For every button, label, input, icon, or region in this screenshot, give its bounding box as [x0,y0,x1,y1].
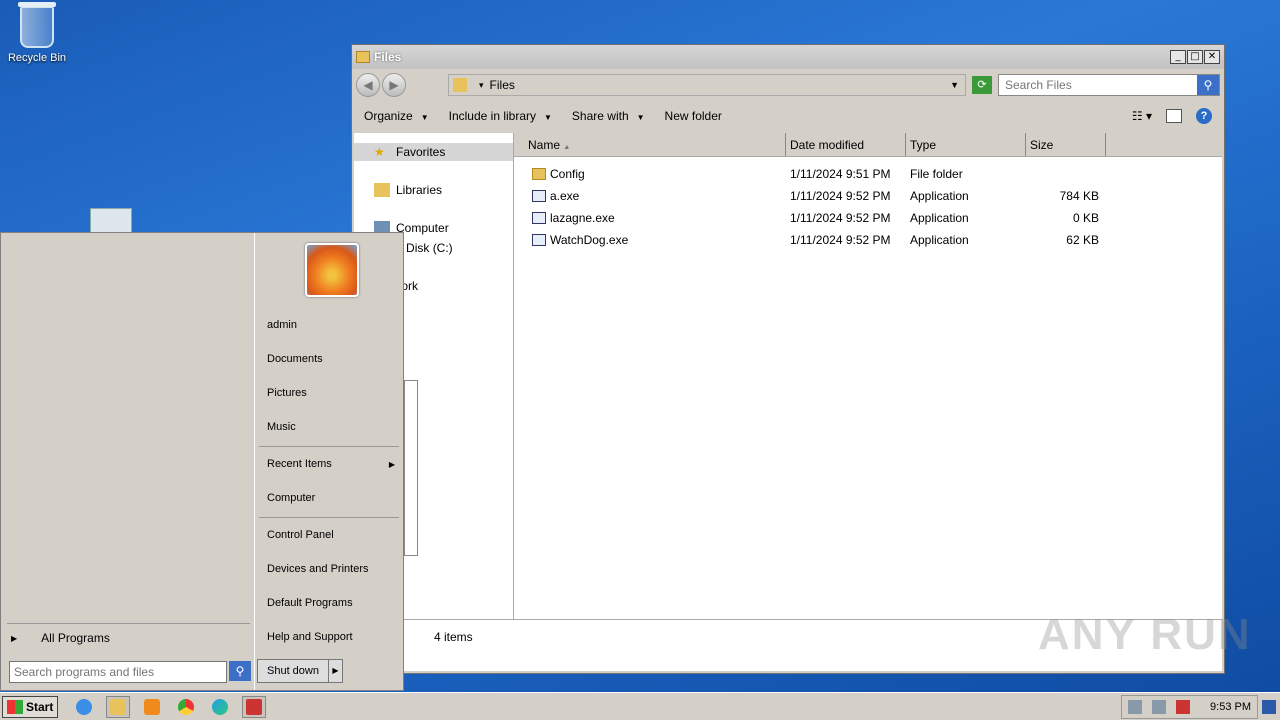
search-icon[interactable]: ⚲ [1197,75,1219,95]
organize-menu[interactable]: Organize ▼ [364,109,429,123]
sm-item-help-support[interactable]: Help and Support [267,631,353,643]
quick-launch [72,695,267,718]
folder-icon [356,51,370,63]
sm-item-devices-printers[interactable]: Devices and Printers [267,563,369,575]
trash-icon [18,2,56,48]
address-bar-row: ◀ ▶ ▾ Files ▼ ⟳ ⚲ [352,69,1224,101]
search-input[interactable] [999,78,1197,92]
shutdown-button[interactable]: Shut down [257,659,329,683]
application-icon [532,212,546,224]
windows-logo-icon [7,699,23,714]
recycle-bin-icon[interactable]: Recycle Bin [2,2,72,64]
folder-icon [453,78,467,92]
file-row[interactable]: Config 1/11/2024 9:51 PM File folder [514,163,1222,185]
include-in-library-menu[interactable]: Include in library ▼ [449,109,552,123]
internet-explorer-icon[interactable] [72,696,96,718]
sm-item-music[interactable]: Music [267,421,296,433]
title-bar[interactable]: Files _ □ ✕ [352,45,1224,69]
back-button[interactable]: ◀ [356,73,380,97]
folder-icon [532,168,546,180]
triangle-right-icon: ▶ [11,633,18,643]
share-with-menu[interactable]: Share with ▼ [572,109,645,123]
column-date-modified[interactable]: Date modified [786,133,906,156]
maximize-button[interactable]: □ [1187,50,1203,64]
search-files-box[interactable]: ⚲ [998,74,1220,96]
network-icon[interactable] [1152,699,1167,714]
view-options-icon[interactable]: ☷ ▾ [1132,109,1152,123]
shutdown-group: Shut down ▶ [257,659,343,683]
breadcrumb[interactable]: Files [490,78,945,92]
file-row[interactable]: a.exe 1/11/2024 9:52 PM Application 784 … [514,185,1222,207]
taskbar: Start 9:53 PM [0,692,1280,720]
application-icon [532,190,546,202]
system-tray: 9:53 PM [1121,694,1258,719]
sm-item-computer[interactable]: Computer [267,492,315,504]
new-folder-button[interactable]: New folder [665,109,722,123]
sm-item-default-programs[interactable]: Default Programs [267,597,353,609]
file-row[interactable]: lazagne.exe 1/11/2024 9:52 PM Applicatio… [514,207,1222,229]
file-row[interactable]: WatchDog.exe 1/11/2024 9:52 PM Applicati… [514,229,1222,251]
divider [259,446,399,447]
column-headers: Name ▲ Date modified Type Size [514,133,1222,157]
nav-item-libraries[interactable]: Libraries [354,181,513,199]
refresh-icon[interactable]: ⟳ [972,76,992,94]
start-search-box[interactable]: ⚲ [9,661,251,683]
item-count: 4 items [434,630,473,644]
sm-item-control-panel[interactable]: Control Panel [267,529,334,541]
edge-icon[interactable] [208,696,232,718]
star-icon: ★ [374,145,385,159]
user-avatar[interactable] [305,243,359,297]
start-menu-places-pane: admin Documents Pictures Music Recent It… [257,233,403,690]
start-menu-programs-pane: ▶ All Programs ⚲ [1,233,255,690]
recycle-bin-label: Recycle Bin [7,52,67,64]
search-icon[interactable]: ⚲ [229,661,251,681]
divider [259,517,399,518]
desktop-app-icon[interactable] [90,208,132,234]
chrome-icon[interactable] [174,696,198,718]
sm-item-pictures[interactable]: Pictures [267,387,307,399]
clock[interactable]: 9:53 PM [1210,701,1251,713]
show-desktop-button[interactable] [1262,699,1276,714]
flag-icon[interactable] [1176,699,1191,714]
background-window-edge [404,380,418,556]
divider [7,623,250,624]
column-size[interactable]: Size [1026,133,1106,156]
media-player-icon[interactable] [140,696,164,718]
start-search-input[interactable] [9,661,227,683]
address-bar[interactable]: ▾ Files ▼ [448,74,966,96]
help-icon[interactable]: ? [1196,108,1212,124]
nav-item-favorites[interactable]: ★ Favorites [354,143,513,161]
command-bar: Organize ▼ Include in library ▼ Share with… [352,101,1224,131]
libraries-icon [374,183,390,197]
column-type[interactable]: Type [906,133,1026,156]
sm-item-documents[interactable]: Documents [267,353,323,365]
start-menu: ▶ All Programs ⚲ admin Documents Picture… [0,232,404,691]
content-area: ★ Favorites Libraries Computer Local Dis… [354,133,1222,619]
explorer-window: Files _ □ ✕ ◀ ▶ ▾ Files ▼ ⟳ ⚲ Organize▼ … [351,44,1225,674]
shutdown-options-icon[interactable]: ▶ [329,659,343,683]
sm-item-admin[interactable]: admin [267,319,297,331]
preview-pane-icon[interactable] [1166,109,1182,123]
address-dropdown-icon[interactable]: ▼ [950,80,959,90]
chevron-down-icon[interactable]: ▾ [479,80,484,91]
volume-icon[interactable] [1128,699,1143,714]
all-programs-button[interactable]: ▶ All Programs [11,631,110,645]
sm-item-recent-items[interactable]: Recent Items [267,458,332,470]
file-list: Name ▲ Date modified Type Size Config 1/… [514,133,1222,619]
minimize-button[interactable]: _ [1170,50,1186,64]
application-icon [532,234,546,246]
forward-button[interactable]: ▶ [382,73,406,97]
window-title: Files [374,50,402,64]
watermark-logo: ANY RUN [1038,610,1252,659]
file-rows: Config 1/11/2024 9:51 PM File folder a.e… [514,157,1222,251]
running-app-icon[interactable] [242,695,267,718]
column-name[interactable]: Name ▲ [514,133,786,156]
start-button[interactable]: Start [2,695,59,718]
explorer-taskbar-icon[interactable] [106,695,131,718]
close-button[interactable]: ✕ [1204,50,1220,64]
submenu-arrow-icon: ▶ [388,460,395,469]
